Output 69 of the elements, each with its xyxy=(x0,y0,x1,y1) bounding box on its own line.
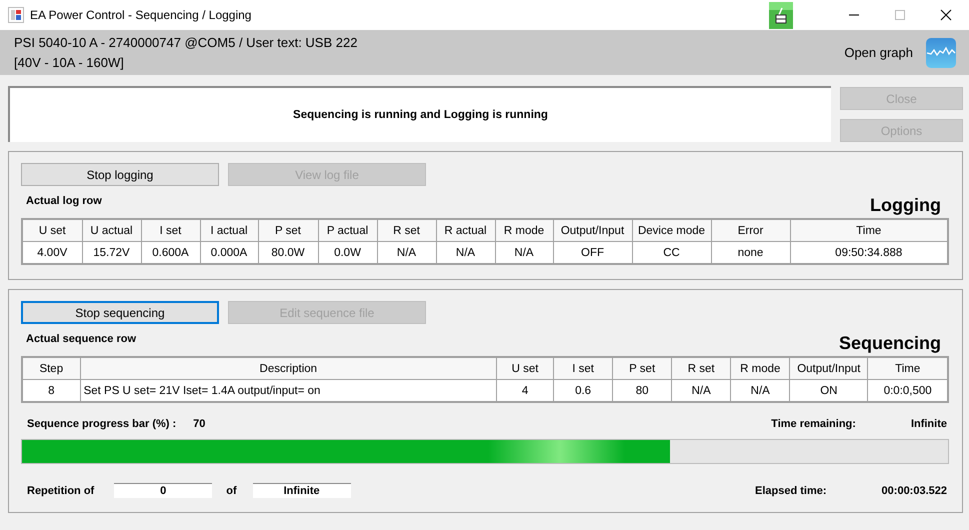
table-cell: ON xyxy=(790,380,868,402)
table-cell: 0.600A xyxy=(141,242,200,264)
table-cell: 15.72V xyxy=(82,242,141,264)
section-title: Sequencing xyxy=(838,333,941,354)
window-title: EA Power Control - Sequencing / Logging xyxy=(30,8,252,22)
repetition-count-field: 0 xyxy=(114,483,212,498)
table-cell: 4 xyxy=(496,380,554,402)
close-icon[interactable] xyxy=(940,9,952,21)
table-cell: CC xyxy=(632,242,711,264)
of-label: of xyxy=(226,484,237,496)
column-header: P set xyxy=(258,219,318,242)
device-info: PSI 5040-10 A - 2740000747 @COM5 / User text: USB 222 xyxy=(14,35,358,50)
table-cell: OFF xyxy=(553,242,632,264)
column-header: Step xyxy=(22,357,80,380)
waveform-icon xyxy=(926,38,956,68)
table-caption: Actual log row xyxy=(26,195,102,207)
table-cell: 09:50:34.888 xyxy=(790,242,948,264)
device-ratings: [40V - 10A - 160W] xyxy=(14,55,125,70)
elapsed-time-value: 00:00:03.522 xyxy=(882,484,947,496)
column-header: I set xyxy=(141,219,200,242)
column-header: Error xyxy=(711,219,790,242)
section-title: Logging xyxy=(870,195,941,216)
table-cell: 0.6 xyxy=(554,380,613,402)
table-cell: N/A xyxy=(730,380,790,402)
repetition-total-field: Infinite xyxy=(252,483,351,498)
table-cell: N/A xyxy=(672,380,731,402)
column-header: R set xyxy=(672,357,731,380)
table-cell: 0:0:0,500 xyxy=(868,380,948,402)
table-cell: 80.0W xyxy=(258,242,318,264)
time-remaining-value: Infinite xyxy=(910,418,947,430)
column-header: U set xyxy=(496,357,554,380)
column-header: Time xyxy=(868,357,948,380)
column-header: R actual xyxy=(436,219,495,242)
time-remaining-label: Time remaining: xyxy=(771,418,856,430)
table-caption: Actual sequence row xyxy=(26,333,136,345)
column-header: P actual xyxy=(318,219,377,242)
stop-button[interactable]: Stop sequencing xyxy=(21,301,219,324)
column-header: U actual xyxy=(82,219,141,242)
table-cell: 0.000A xyxy=(200,242,258,264)
column-header: P set xyxy=(612,357,672,380)
open-graph-button[interactable]: Open graph xyxy=(844,38,956,68)
status-message: Sequencing is running and Logging is running xyxy=(8,86,831,142)
column-header: Output/Input xyxy=(553,219,632,242)
pen-icon[interactable] xyxy=(769,2,793,28)
stop-button[interactable]: Stop logging xyxy=(21,163,219,186)
progress-value: 70 xyxy=(193,418,206,430)
column-header: R mode xyxy=(495,219,553,242)
table-cell: 0.0W xyxy=(318,242,377,264)
progress-label: Sequence progress bar (%) : xyxy=(27,418,176,430)
column-header: R set xyxy=(377,219,436,242)
column-header: I set xyxy=(554,357,613,380)
table-cell: none xyxy=(711,242,790,264)
column-header: U set xyxy=(22,219,82,242)
elapsed-time-label: Elapsed time: xyxy=(755,484,827,496)
table-cell: N/A xyxy=(495,242,553,264)
column-header: I actual xyxy=(200,219,258,242)
column-header: R mode xyxy=(730,357,790,380)
column-header: Output/Input xyxy=(790,357,868,380)
table-cell: N/A xyxy=(377,242,436,264)
table-cell: 8 xyxy=(22,380,80,402)
column-header: Device mode xyxy=(632,219,711,242)
table-cell: 80 xyxy=(612,380,672,402)
column-header: Description xyxy=(80,357,496,380)
table-cell: N/A xyxy=(436,242,495,264)
repetition-label: Repetition of xyxy=(27,484,94,496)
table-cell: Set PS U set= 21V Iset= 1.4A output/input= on xyxy=(80,380,496,402)
app-icon xyxy=(8,7,24,23)
column-header: Time xyxy=(790,219,948,242)
table-cell: 4.00V xyxy=(22,242,82,264)
